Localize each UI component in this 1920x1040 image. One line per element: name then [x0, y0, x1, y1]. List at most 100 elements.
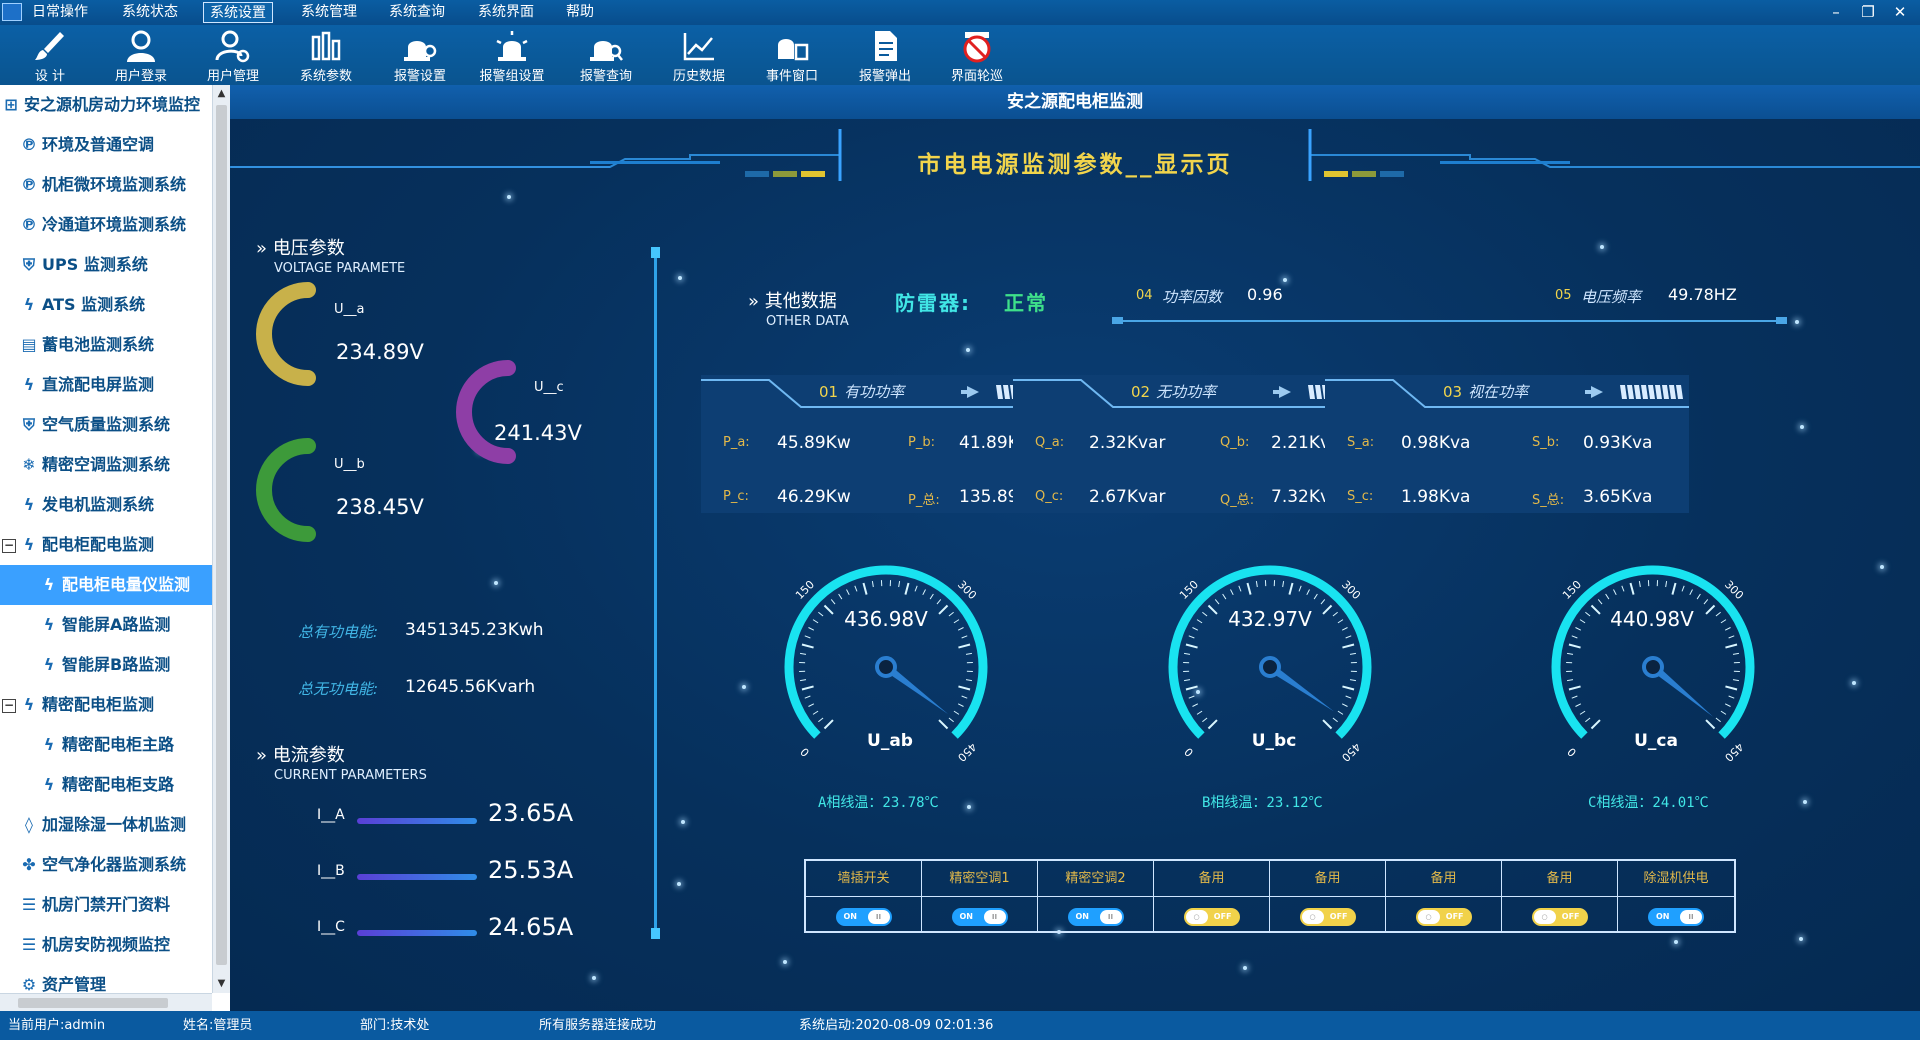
sidebar-item[interactable]: ϟ ATS 监测系统 — [0, 285, 212, 325]
sidebar-item[interactable]: ✤ 空气净化器监测系统 — [0, 845, 212, 885]
tree-collapse-icon[interactable]: − — [2, 698, 16, 713]
sidebar-item-label: 配电柜电量仪监测 — [62, 575, 191, 594]
bolt-icon: ϟ — [43, 575, 55, 594]
menu-system-settings[interactable]: 系统设置 — [203, 2, 273, 23]
gauge-tick — [957, 627, 964, 631]
toggle-switch[interactable]: OFF ○ — [1299, 908, 1356, 926]
system-parameters-button[interactable]: 系统参数 — [286, 27, 366, 85]
gauge-tick — [922, 589, 926, 596]
gauge-tick — [1341, 627, 1348, 631]
gauge-tick — [961, 635, 968, 639]
sidebar-item[interactable]: ▤ 蓄电池监测系统 — [0, 325, 212, 365]
sidebar-item[interactable]: ⊞ 安之源机房动力环境监控 — [0, 85, 212, 125]
scroll-thumb[interactable] — [216, 105, 227, 965]
grid-icon: ⊞ — [4, 95, 18, 114]
menu-bar: 日常操作 系统状态 系统设置 系统管理 系统查询 系统界面 帮助 – ❐ ✕ — [0, 0, 1920, 25]
gauge-tick — [1689, 589, 1693, 596]
toggle-switch[interactable]: ON II — [835, 908, 892, 926]
sidebar-item[interactable]: − ϟ 配电柜配电监测 — [0, 525, 212, 565]
minimize-icon[interactable]: – — [1824, 2, 1848, 22]
user-management-button[interactable]: 用户管理 — [193, 27, 273, 85]
alarm-group-settings-button[interactable]: 报警组设置 — [472, 27, 552, 85]
gauge-tick — [1230, 589, 1234, 596]
menu-system-management[interactable]: 系统管理 — [295, 2, 363, 23]
sidebar-vertical-scrollbar[interactable]: ▲ ▼ — [212, 85, 230, 993]
sidebar-horizontal-scrollbar[interactable] — [0, 993, 212, 1011]
sidebar-item[interactable]: ℗ 机柜微环境监测系统 — [0, 165, 212, 205]
history-data-button[interactable]: 历史数据 — [659, 27, 739, 85]
droplet-icon: ◊ — [25, 815, 33, 834]
event-window-button[interactable]: 事件窗口 — [752, 27, 832, 85]
sidebar-item-label: 精密配电柜主路 — [62, 735, 175, 754]
alarm-gear-icon — [404, 41, 437, 61]
gauge-tick — [1696, 593, 1701, 600]
gauge-tick — [1196, 710, 1203, 715]
tree-collapse-icon[interactable]: − — [2, 538, 16, 553]
gauge-tick — [1345, 635, 1352, 639]
scroll-down-icon[interactable]: ▼ — [213, 975, 230, 993]
sidebar-item[interactable]: ℗ 冷通道环境监测系统 — [0, 205, 212, 245]
sidebar-item[interactable]: ϟ 直流配电屏监测 — [0, 365, 212, 405]
gauge-tick — [957, 703, 964, 707]
menu-help[interactable]: 帮助 — [560, 2, 600, 23]
design-button[interactable]: 设 计 — [10, 27, 90, 85]
menu-system-query[interactable]: 系统查询 — [383, 2, 451, 23]
alarm-group-icon — [496, 31, 528, 61]
sidebar-item[interactable]: ⛨ UPS 监测系统 — [0, 245, 212, 285]
gauge-tick — [1571, 635, 1578, 639]
alarm-settings-button[interactable]: 报警设置 — [380, 27, 460, 85]
sidebar-item[interactable]: ❄ 精密空调监测系统 — [0, 445, 212, 485]
sidebar-item[interactable]: ϟ 精密配电柜支路 — [0, 765, 212, 805]
sidebar-item[interactable]: ⛨ 空气质量监测系统 — [0, 405, 212, 445]
menu-system-status[interactable]: 系统状态 — [116, 2, 184, 23]
status-server-connection: 所有服务器连接成功 — [539, 1018, 657, 1033]
sidebar-item[interactable]: ⚙ 资产管理 — [0, 965, 212, 993]
switch-knob: ○ — [1417, 910, 1440, 924]
menu-daily-ops[interactable]: 日常操作 — [26, 2, 94, 23]
user-login-button[interactable]: 用户登录 — [101, 27, 181, 85]
gauge-tick — [1345, 695, 1352, 699]
gauge-tick — [1605, 593, 1610, 600]
switch-name: 精密空调2 — [1038, 861, 1153, 897]
gauge-tick — [1629, 582, 1635, 595]
toggle-switch[interactable]: OFF ○ — [1415, 908, 1472, 926]
interface-patrol-button[interactable]: 界面轮巡 — [937, 27, 1017, 85]
close-icon[interactable]: ✕ — [1888, 2, 1912, 22]
toggle-switch[interactable]: ON II — [1648, 908, 1704, 926]
switch-state: OFF — [1213, 912, 1232, 921]
sidebar-item-label: 精密配电柜支路 — [62, 775, 175, 794]
toggle-switch[interactable]: ON II — [951, 908, 1008, 926]
toggle-switch[interactable]: OFF ○ — [1531, 908, 1588, 926]
sidebar-item[interactable]: ☰ 机房安防视频监控 — [0, 925, 212, 965]
gauge-hub — [1642, 656, 1664, 678]
main-panel: 安之源配电柜监测 市电电源监测参数__显示页 » 电压参数 VOLTAGE PA… — [230, 85, 1920, 1011]
battery-icon: ▤ — [21, 335, 37, 354]
scroll-up-icon[interactable]: ▲ — [213, 85, 230, 103]
sidebar-item[interactable]: ϟ 智能屏B路监测 — [0, 645, 212, 685]
hscroll-thumb[interactable] — [18, 998, 168, 1008]
gauge-tick — [1349, 679, 1357, 682]
sidebar-item-label: 智能屏B路监测 — [62, 655, 171, 674]
sidebar-item[interactable]: ℗ 环境及普通空调 — [0, 125, 212, 165]
sidebar-item[interactable]: ϟ 配电柜电量仪监测 — [0, 565, 212, 605]
gauge-tick — [1671, 582, 1677, 595]
sidebar-item[interactable]: ☰ 机房门禁开门资料 — [0, 885, 212, 925]
restore-icon[interactable]: ❐ — [1856, 2, 1880, 22]
sidebar-item[interactable]: ϟ 发电机监测系统 — [0, 485, 212, 525]
sidebar-item[interactable]: ϟ 智能屏A路监测 — [0, 605, 212, 645]
toggle-switch[interactable]: ON II — [1067, 908, 1124, 926]
alarm-popup-button[interactable]: 报警弹出 — [845, 27, 925, 85]
gauge-tick — [1202, 717, 1208, 723]
gauge-tick — [1725, 643, 1738, 649]
sidebar-item[interactable]: ϟ 精密配电柜主路 — [0, 725, 212, 765]
switch-cell: 备用 OFF ○ — [1154, 861, 1270, 931]
gauge-tick — [1342, 643, 1355, 649]
sidebar-item[interactable]: − ϟ 精密配电柜监测 — [0, 685, 212, 725]
gauge-tick — [1202, 611, 1208, 617]
menu-system-interface[interactable]: 系统界面 — [472, 2, 540, 23]
switch-state: OFF — [1561, 912, 1580, 921]
gauge-tick — [862, 582, 868, 595]
sidebar-item[interactable]: ◊ 加湿除湿一体机监测 — [0, 805, 212, 845]
alarm-query-button[interactable]: 报警查询 — [566, 27, 646, 85]
toggle-switch[interactable]: OFF ○ — [1183, 908, 1240, 926]
